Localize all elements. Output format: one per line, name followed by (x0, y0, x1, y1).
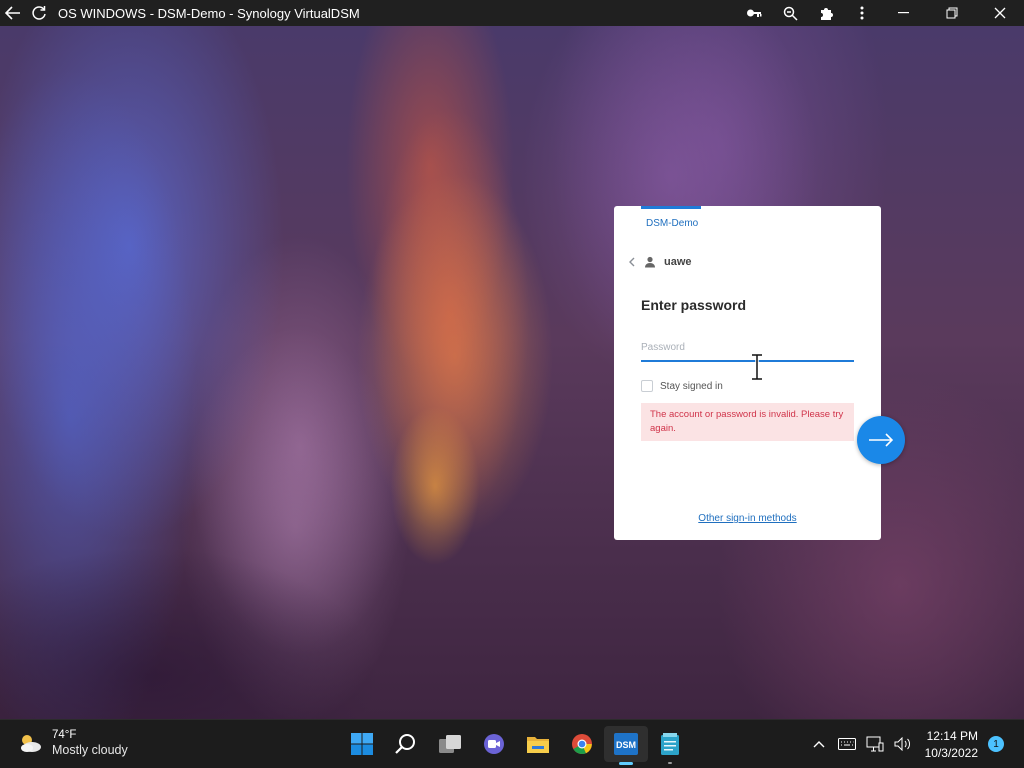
desktop-wallpaper: DSM-Demo uawe Enter password Stay signed… (0, 26, 1024, 719)
title-bar: OS WINDOWS - DSM-Demo - Synology Virtual… (0, 0, 1024, 26)
taskbar: 74°F Mostly cloudy DSM 12:14 PM 10/3/202… (0, 719, 1024, 768)
back-chevron-icon[interactable] (626, 256, 636, 268)
notepad-icon[interactable] (648, 726, 692, 764)
brand-label: DSM-Demo (646, 218, 699, 229)
enter-password-heading: Enter password (641, 297, 747, 313)
stay-signed-in-row[interactable]: Stay signed in (641, 380, 723, 392)
clock-time: 12:14 PM (926, 729, 978, 743)
next-button[interactable] (857, 416, 905, 464)
dsm-icon[interactable]: DSM (604, 726, 648, 765)
username-label: uawe (664, 256, 692, 268)
minimize-icon[interactable] (880, 0, 928, 26)
restore-icon[interactable] (928, 0, 976, 26)
weather-temperature: 74°F (52, 729, 77, 741)
notification-badge[interactable]: 1 (988, 736, 1004, 752)
stay-signed-in-checkbox[interactable] (641, 380, 653, 392)
arrow-right-icon (869, 433, 894, 447)
running-indicator (668, 762, 672, 764)
search-icon[interactable] (384, 726, 428, 762)
login-card: DSM-Demo uawe Enter password Stay signed… (614, 206, 881, 540)
close-icon[interactable] (976, 0, 1024, 26)
file-explorer-icon[interactable] (516, 726, 560, 762)
system-tray (805, 733, 917, 755)
key-icon[interactable] (736, 0, 772, 26)
other-sign-in-methods-link[interactable]: Other sign-in methods (614, 513, 881, 524)
more-icon[interactable] (844, 0, 880, 26)
keyboard-icon[interactable] (833, 733, 861, 755)
password-input[interactable] (641, 334, 854, 362)
active-indicator (619, 762, 633, 765)
chevron-up-icon[interactable] (805, 733, 833, 755)
back-arrow-icon[interactable] (0, 0, 26, 26)
start-icon[interactable] (340, 726, 384, 762)
chrome-icon[interactable] (560, 726, 604, 762)
task-view-icon[interactable] (428, 726, 472, 762)
user-icon (645, 256, 655, 268)
svg-text:DSM: DSM (616, 740, 636, 750)
volume-icon[interactable] (889, 733, 917, 755)
clock[interactable]: 12:14 PM 10/3/2022 (918, 729, 978, 760)
taskbar-apps: DSM (340, 726, 692, 765)
text-cursor-icon (752, 353, 762, 381)
teams-icon[interactable] (472, 726, 516, 762)
clock-date: 10/3/2022 (924, 746, 978, 760)
weather-condition: Mostly cloudy (52, 743, 128, 757)
extensions-icon[interactable] (808, 0, 844, 26)
partly-cloudy-icon (21, 735, 41, 752)
weather-widget[interactable]: 74°F Mostly cloudy (18, 729, 128, 757)
window-title: OS WINDOWS - DSM-Demo - Synology Virtual… (58, 5, 360, 21)
user-row: uawe (626, 256, 692, 268)
error-message: The account or password is invalid. Plea… (650, 409, 844, 434)
card-tab-indicator (641, 206, 701, 209)
error-message-box: The account or password is invalid. Plea… (641, 403, 854, 441)
network-icon[interactable] (861, 733, 889, 755)
zoom-icon[interactable] (772, 0, 808, 26)
stay-signed-in-label[interactable]: Stay signed in (660, 381, 723, 392)
reload-icon[interactable] (26, 0, 52, 26)
